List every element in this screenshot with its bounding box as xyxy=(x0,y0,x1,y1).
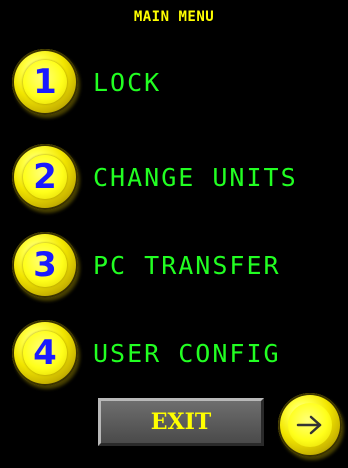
menu-item-label[interactable]: LOCK xyxy=(93,68,161,97)
exit-button[interactable]: EXIT xyxy=(98,398,264,446)
next-button[interactable] xyxy=(278,393,342,457)
number-button-3[interactable]: 3 xyxy=(12,232,78,298)
menu-item-number: 2 xyxy=(33,157,57,197)
menu-item-number: 4 xyxy=(33,333,57,373)
menu-item-lock[interactable]: 1 LOCK xyxy=(0,49,348,119)
menu-item-label[interactable]: PC TRANSFER xyxy=(93,251,281,280)
menu-item-number: 1 xyxy=(33,62,57,102)
number-button-4[interactable]: 4 xyxy=(12,320,78,386)
exit-button-label: EXIT xyxy=(150,409,212,435)
number-button-1[interactable]: 1 xyxy=(12,49,78,115)
menu-item-user-config[interactable]: 4 USER CONFIG xyxy=(0,320,348,390)
menu-item-change-units[interactable]: 2 CHANGE UNITS xyxy=(0,144,348,214)
menu-item-label[interactable]: USER CONFIG xyxy=(93,339,281,368)
menu-item-number: 3 xyxy=(33,245,57,285)
page-title: MAIN MENU xyxy=(133,9,215,25)
right-arrow-icon xyxy=(296,415,322,435)
menu-item-label[interactable]: CHANGE UNITS xyxy=(93,163,298,192)
number-button-2[interactable]: 2 xyxy=(12,144,78,210)
menu-item-pc-transfer[interactable]: 3 PC TRANSFER xyxy=(0,232,348,302)
